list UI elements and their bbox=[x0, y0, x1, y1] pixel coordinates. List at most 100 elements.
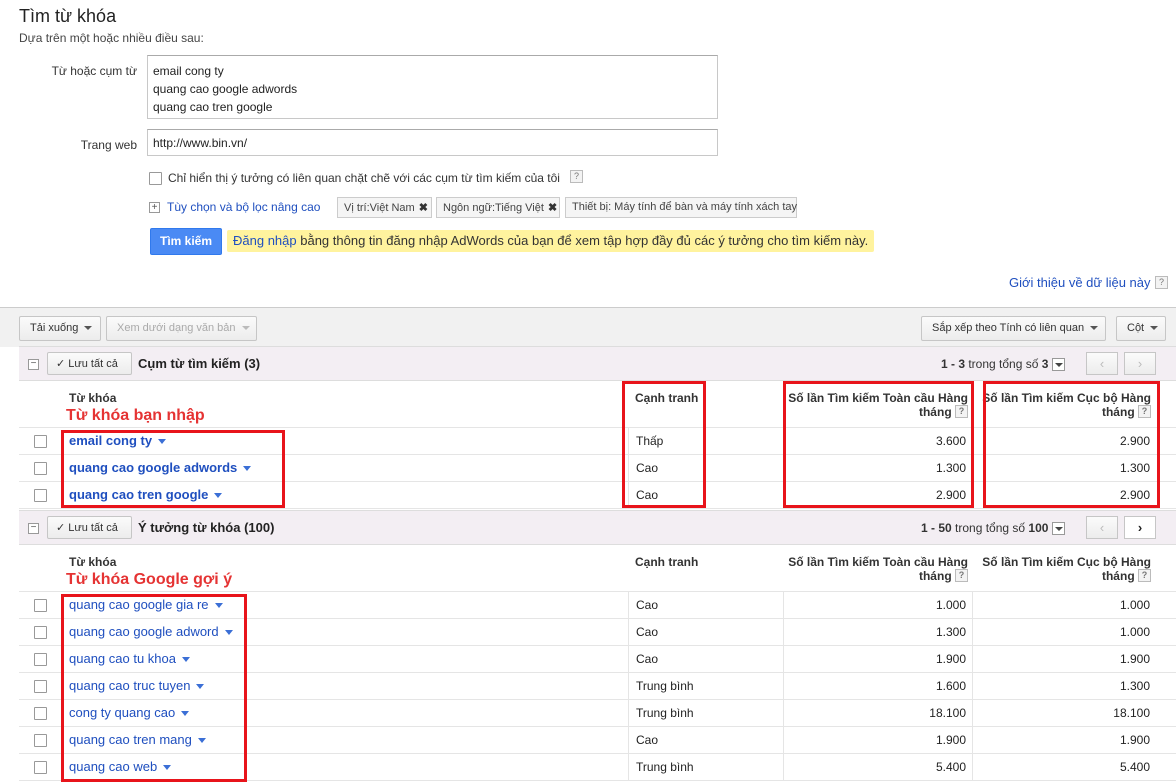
competition-cell: Cao bbox=[636, 733, 659, 747]
pager-mid: trong tổng số bbox=[951, 521, 1029, 535]
section-title: Cụm từ tìm kiếm (3) bbox=[138, 356, 261, 371]
annotation-entered-keywords: Từ khóa bạn nhập bbox=[66, 407, 205, 424]
collapse-minus-icon[interactable]: − bbox=[28, 359, 39, 370]
chevron-down-icon bbox=[241, 326, 250, 331]
pager-range: 1 - 3 bbox=[941, 357, 966, 371]
competition-cell: Trung bình bbox=[636, 679, 694, 693]
location-filter-label: Vị trí:Việt Nam bbox=[344, 202, 415, 214]
website-label: Trang web bbox=[80, 138, 137, 152]
local-searches-cell: 1.000 bbox=[1119, 598, 1150, 612]
view-as-text-button[interactable]: Xem dưới dạng văn bản bbox=[106, 316, 257, 341]
competition-cell: Cao bbox=[636, 625, 659, 639]
pager-total: 100 bbox=[1028, 521, 1049, 535]
search-button[interactable]: Tìm kiếm bbox=[150, 228, 222, 255]
row-checkbox[interactable] bbox=[34, 734, 47, 747]
col-keyword: Từ khóa bbox=[69, 555, 117, 569]
chevron-down-icon[interactable] bbox=[1052, 522, 1066, 536]
competition-cell: Cao bbox=[636, 652, 659, 666]
close-icon[interactable]: ✖ bbox=[548, 202, 557, 214]
col-global-searches[interactable]: Số lần Tìm kiếm Toàn cầu Hàng tháng ? bbox=[770, 555, 968, 583]
pager-mid: trong tổng số bbox=[965, 357, 1042, 371]
help-icon[interactable]: ? bbox=[570, 170, 583, 183]
col-global-line1: Số lần Tìm kiếm Toàn cầu Hàng bbox=[788, 555, 968, 569]
competition-cell: Trung bình bbox=[636, 706, 694, 720]
chevron-down-icon bbox=[1150, 326, 1159, 331]
words-line: email cong ty bbox=[153, 64, 224, 78]
prev-page-button[interactable]: ‹ bbox=[1086, 516, 1118, 539]
close-icon[interactable]: ✖ bbox=[419, 202, 428, 214]
chevron-down-icon bbox=[84, 326, 93, 331]
local-searches-cell: 1.900 bbox=[1119, 652, 1150, 666]
global-searches-cell: 1.900 bbox=[935, 733, 966, 747]
row-checkbox[interactable] bbox=[34, 462, 47, 475]
row-checkbox[interactable] bbox=[34, 680, 47, 693]
highlight-box bbox=[983, 381, 1160, 508]
competition-cell: Trung bình bbox=[636, 760, 694, 774]
local-searches-cell: 1.900 bbox=[1119, 733, 1150, 747]
highlight-box bbox=[622, 381, 706, 508]
col-local-searches[interactable]: Số lần Tìm kiếm Cục bộ Hàng tháng ? bbox=[975, 555, 1151, 583]
words-line: quang cao tren google bbox=[153, 100, 273, 114]
save-all-button[interactable]: ✓ Lưu tất cả bbox=[47, 352, 132, 375]
row-checkbox[interactable] bbox=[34, 707, 47, 720]
chevron-down-icon bbox=[1090, 326, 1099, 331]
signin-text: bằng thông tin đăng nhập AdWords của bạn… bbox=[296, 233, 869, 248]
local-searches-cell: 1.000 bbox=[1119, 625, 1150, 639]
only-related-label: Chỉ hiển thị ý tưởng có liên quan chặt c… bbox=[168, 171, 560, 185]
section-title: Ý tưởng từ khóa (100) bbox=[138, 520, 275, 535]
columns-label: Cột bbox=[1127, 322, 1145, 334]
next-page-button[interactable]: › bbox=[1124, 352, 1156, 375]
words-textarea[interactable]: email cong ty quang cao google adwords q… bbox=[147, 55, 718, 119]
page-subtitle: Dựa trên một hoặc nhiều điều sau: bbox=[19, 31, 204, 45]
global-searches-cell: 1.600 bbox=[935, 679, 966, 693]
words-line: quang cao google adwords bbox=[153, 82, 298, 96]
website-input[interactable]: http://www.bin.vn/ bbox=[147, 129, 718, 156]
highlight-box bbox=[783, 381, 974, 508]
row-checkbox[interactable] bbox=[34, 761, 47, 774]
check-icon: ✓ bbox=[56, 522, 66, 534]
pager-range: 1 - 50 bbox=[921, 521, 952, 535]
row-checkbox[interactable] bbox=[34, 599, 47, 612]
next-page-button[interactable]: › bbox=[1124, 516, 1156, 539]
col-keyword: Từ khóa bbox=[69, 391, 117, 405]
pager-info: 1 - 3 trong tổng số 3 bbox=[941, 357, 1066, 372]
help-icon[interactable]: ? bbox=[1155, 276, 1168, 289]
download-label: Tải xuống bbox=[30, 322, 79, 334]
expand-plus-icon[interactable]: + bbox=[149, 202, 160, 213]
device-filter-chip[interactable]: Thiết bị: Máy tính để bàn và máy tính xá… bbox=[565, 197, 797, 218]
columns-button[interactable]: Cột bbox=[1116, 316, 1166, 341]
view-as-text-label: Xem dưới dạng văn bản bbox=[117, 322, 236, 334]
prev-page-button[interactable]: ‹ bbox=[1086, 352, 1118, 375]
row-checkbox[interactable] bbox=[34, 626, 47, 639]
global-searches-cell: 1.000 bbox=[935, 598, 966, 612]
pager-info: 1 - 50 trong tổng số 100 bbox=[921, 521, 1066, 536]
collapse-minus-icon[interactable]: − bbox=[28, 523, 39, 534]
language-filter-label: Ngôn ngữ:Tiếng Việt bbox=[443, 202, 544, 214]
only-related-checkbox[interactable] bbox=[149, 172, 162, 185]
sort-label: Sắp xếp theo Tính có liên quan bbox=[932, 322, 1085, 334]
local-searches-cell: 5.400 bbox=[1119, 760, 1150, 774]
save-all-label: Lưu tất cả bbox=[68, 358, 118, 370]
language-filter-chip[interactable]: Ngôn ngữ:Tiếng Việt ✖ bbox=[436, 197, 560, 218]
sort-button[interactable]: Sắp xếp theo Tính có liên quan bbox=[921, 316, 1106, 341]
local-searches-cell: 1.300 bbox=[1119, 679, 1150, 693]
location-filter-chip[interactable]: Vị trí:Việt Nam ✖ bbox=[337, 197, 432, 218]
help-icon[interactable]: ? bbox=[1138, 569, 1151, 582]
col-competition[interactable]: Cạnh tranh bbox=[635, 555, 698, 569]
pager-total: 3 bbox=[1041, 357, 1049, 371]
local-searches-cell: 18.100 bbox=[1113, 706, 1150, 720]
words-label: Từ hoặc cụm từ bbox=[51, 64, 137, 78]
row-checkbox[interactable] bbox=[34, 489, 47, 502]
help-icon[interactable]: ? bbox=[955, 569, 968, 582]
save-all-button[interactable]: ✓ Lưu tất cả bbox=[47, 516, 132, 539]
page-title: Tìm từ khóa bbox=[19, 6, 117, 26]
advanced-options-link[interactable]: Tùy chọn và bộ lọc nâng cao bbox=[167, 200, 320, 214]
row-checkbox[interactable] bbox=[34, 435, 47, 448]
global-searches-cell: 1.300 bbox=[935, 625, 966, 639]
row-checkbox[interactable] bbox=[34, 653, 47, 666]
chevron-down-icon[interactable] bbox=[1052, 358, 1066, 372]
global-searches-cell: 1.900 bbox=[935, 652, 966, 666]
about-data-link[interactable]: Giới thiệu về dữ liệu này bbox=[1009, 275, 1151, 290]
download-button[interactable]: Tải xuống bbox=[19, 316, 101, 341]
signin-link[interactable]: Đăng nhập bbox=[233, 233, 297, 248]
